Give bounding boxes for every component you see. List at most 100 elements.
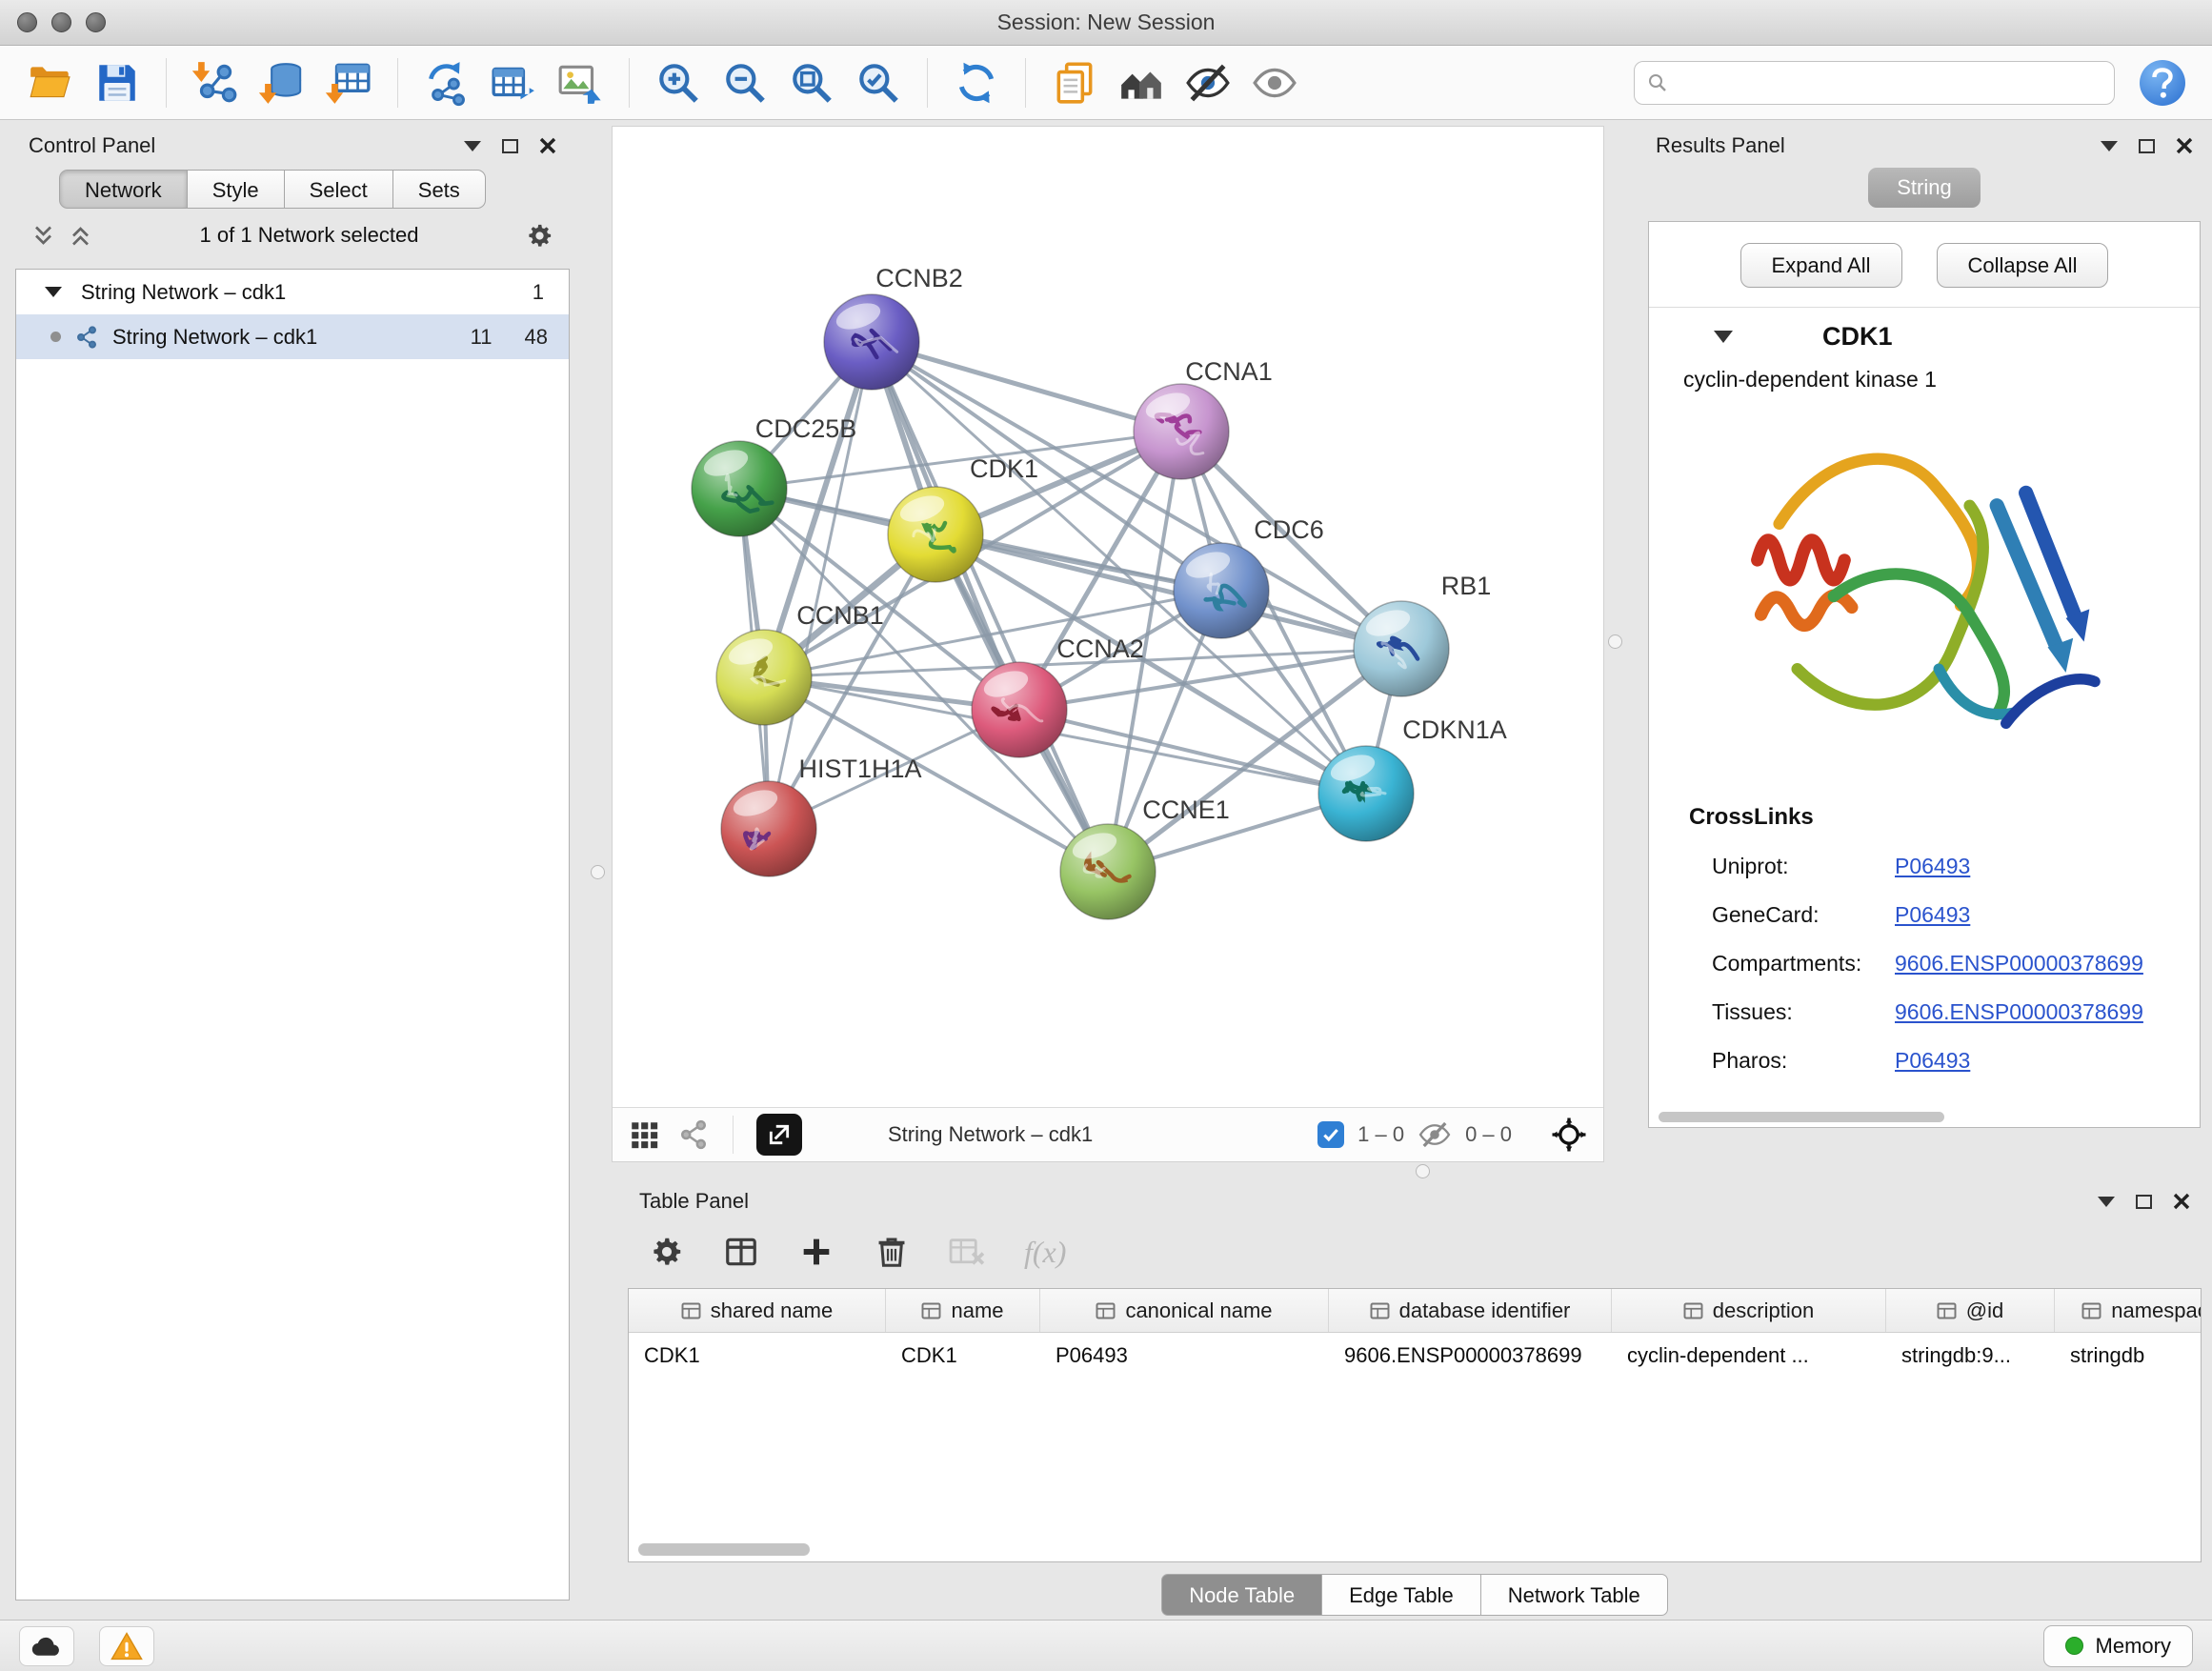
splitter-handle[interactable] — [1416, 1164, 1430, 1178]
column-header[interactable]: canonical name — [1040, 1289, 1329, 1332]
column-header[interactable]: namespac — [2055, 1289, 2202, 1332]
zoom-out-button[interactable] — [715, 53, 774, 112]
table-scrollbar-thumb[interactable] — [638, 1543, 810, 1556]
column-type-icon — [1937, 1302, 1957, 1319]
network-node-hist1h1a[interactable]: HIST1H1A — [721, 755, 922, 876]
search-field[interactable] — [1634, 61, 2115, 105]
tab-network[interactable]: Network — [59, 170, 188, 209]
duplicate-document-button[interactable] — [1045, 53, 1104, 112]
column-header[interactable]: description — [1612, 1289, 1886, 1332]
crosslink-value[interactable]: P06493 — [1895, 854, 1970, 879]
selected-checkbox[interactable] — [1317, 1121, 1344, 1148]
help-button[interactable] — [2140, 60, 2185, 106]
protein-collapse-icon[interactable] — [1714, 331, 1733, 343]
network-node-ccne1[interactable]: CCNE1 — [1060, 795, 1230, 919]
network-row[interactable]: String Network – cdk1 11 48 — [16, 314, 569, 359]
function-builder-icon[interactable]: f(x) — [1024, 1235, 1066, 1270]
network-node-rb1[interactable]: RB1 — [1354, 572, 1491, 696]
network-canvas[interactable]: CCNB2CCNA1CDC25BCDK1CDC6RB1CCNB1CCNA2CDK… — [613, 127, 1603, 1107]
tab-select[interactable]: Select — [285, 170, 393, 209]
show-all-button[interactable] — [1245, 53, 1304, 112]
network-overview-button[interactable] — [1112, 53, 1171, 112]
show-columns-icon[interactable] — [723, 1234, 759, 1270]
panel-close-icon[interactable] — [539, 137, 556, 154]
table-cell[interactable]: stringdb — [2055, 1343, 2202, 1368]
table-cell[interactable]: CDK1 — [886, 1343, 1040, 1368]
tab-sets[interactable]: Sets — [393, 170, 486, 209]
gear-icon[interactable] — [649, 1234, 685, 1270]
table-cell[interactable]: CDK1 — [629, 1343, 886, 1368]
table-cell[interactable]: stringdb:9... — [1886, 1343, 2055, 1368]
panel-collapse-icon[interactable] — [2101, 141, 2118, 151]
panel-collapse-icon[interactable] — [2098, 1197, 2115, 1207]
zoom-in-button[interactable] — [649, 53, 708, 112]
column-type-icon — [2081, 1302, 2101, 1319]
cloud-button[interactable] — [19, 1626, 74, 1666]
search-input[interactable] — [1679, 70, 2102, 95]
grid-view-icon[interactable] — [628, 1118, 660, 1151]
clear-table-icon[interactable] — [948, 1234, 986, 1270]
table-row[interactable]: CDK1CDK1P064939606.ENSP00000378699cyclin… — [629, 1333, 2201, 1379]
tab-edge-table[interactable]: Edge Table — [1321, 1574, 1481, 1616]
network-collection-row[interactable]: String Network – cdk1 1 — [16, 270, 569, 314]
panel-float-icon[interactable] — [2136, 1195, 2152, 1209]
panel-close-icon[interactable] — [2176, 137, 2193, 154]
panel-float-icon[interactable] — [502, 139, 518, 153]
warnings-button[interactable] — [99, 1626, 154, 1666]
crosslink-value[interactable]: 9606.ENSP00000378699 — [1895, 999, 2143, 1025]
collapse-all-icon[interactable] — [30, 223, 56, 249]
toolbar-separator — [397, 58, 398, 108]
memory-button[interactable]: Memory — [2043, 1625, 2193, 1667]
export-view-button[interactable] — [756, 1114, 802, 1156]
crosslink-value[interactable]: 9606.ENSP00000378699 — [1895, 951, 2143, 976]
network-node-ccna1[interactable]: CCNA1 — [1134, 357, 1273, 479]
gear-icon[interactable] — [525, 221, 554, 251]
panel-collapse-icon[interactable] — [464, 141, 481, 151]
import-table-button[interactable] — [319, 53, 378, 112]
expand-all-button[interactable]: Expand All — [1740, 243, 1902, 288]
zoom-selected-button[interactable] — [849, 53, 908, 112]
column-header[interactable]: name — [886, 1289, 1040, 1332]
new-network-from-selection-button[interactable] — [417, 53, 476, 112]
crosshair-icon[interactable] — [1550, 1116, 1588, 1154]
import-network-file-button[interactable] — [186, 53, 245, 112]
hide-selected-button[interactable] — [1178, 53, 1237, 112]
tree-expander-icon[interactable] — [45, 287, 62, 297]
zoom-fit-button[interactable] — [782, 53, 841, 112]
table-cell[interactable]: cyclin-dependent ... — [1612, 1343, 1886, 1368]
birdseye-view-icon[interactable] — [677, 1118, 710, 1151]
splitter-handle[interactable] — [591, 865, 605, 879]
import-network-database-button[interactable] — [252, 53, 312, 112]
tab-node-table[interactable]: Node Table — [1161, 1574, 1322, 1616]
add-column-icon[interactable] — [797, 1233, 835, 1271]
export-table-button[interactable] — [484, 53, 543, 112]
crosslink-value[interactable]: P06493 — [1895, 1048, 1970, 1074]
toolbar-separator — [629, 58, 630, 108]
delete-icon[interactable] — [874, 1234, 910, 1270]
column-header[interactable]: database identifier — [1329, 1289, 1612, 1332]
save-session-button[interactable] — [88, 53, 147, 112]
network-node-cdc6[interactable]: CDC6 — [1174, 515, 1324, 638]
network-node-ccnb1[interactable]: CCNB1 — [716, 601, 884, 725]
column-header[interactable]: @id — [1886, 1289, 2055, 1332]
table-cell[interactable]: 9606.ENSP00000378699 — [1329, 1343, 1612, 1368]
tab-network-table[interactable]: Network Table — [1480, 1574, 1668, 1616]
results-scrollbar-thumb[interactable] — [1659, 1112, 1944, 1122]
apply-layout-button[interactable] — [947, 53, 1006, 112]
open-session-button[interactable] — [21, 53, 80, 112]
panel-close-icon[interactable] — [2173, 1193, 2190, 1210]
network-node-cdkn1a[interactable]: CDKN1A — [1318, 715, 1507, 841]
tab-style[interactable]: Style — [188, 170, 285, 209]
network-node-ccnb2[interactable]: CCNB2 — [824, 264, 963, 390]
node-count: 11 — [471, 325, 493, 350]
tab-string[interactable]: String — [1868, 168, 1980, 208]
crosslink-value[interactable]: P06493 — [1895, 902, 1970, 928]
column-header[interactable]: shared name — [629, 1289, 886, 1332]
export-image-button[interactable] — [551, 53, 610, 112]
splitter-handle[interactable] — [1608, 634, 1622, 649]
table-cell[interactable]: P06493 — [1040, 1343, 1329, 1368]
network-node-cdk1[interactable]: CDK1 — [888, 454, 1038, 582]
collapse-all-button[interactable]: Collapse All — [1937, 243, 2109, 288]
panel-float-icon[interactable] — [2139, 139, 2155, 153]
expand-all-icon[interactable] — [68, 223, 93, 249]
